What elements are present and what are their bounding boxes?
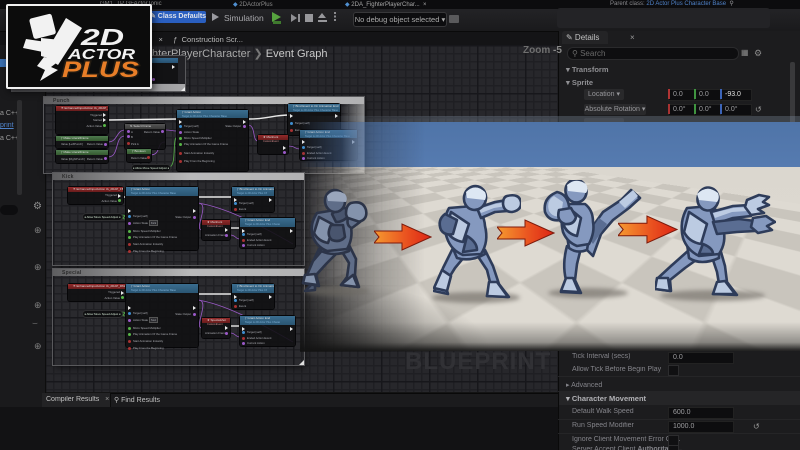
svg-text:PLUS: PLUS bbox=[62, 57, 139, 82]
